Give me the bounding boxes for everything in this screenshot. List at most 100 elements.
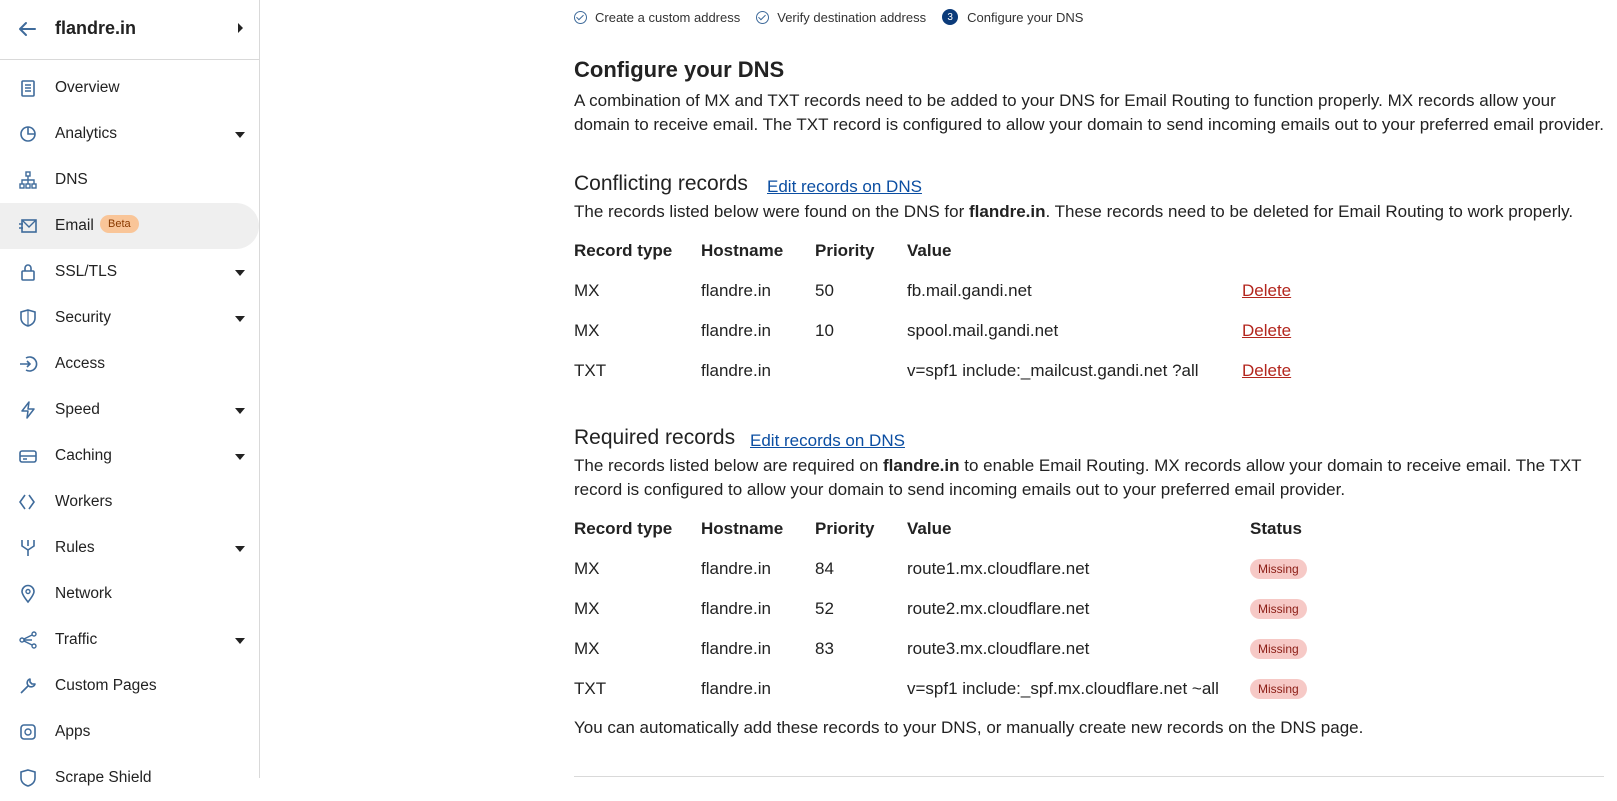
sidebar-item-scrape-shield[interactable]: Scrape Shield	[0, 755, 259, 801]
chevron-down-icon[interactable]	[235, 454, 245, 460]
divider	[574, 776, 1604, 777]
traffic-icon	[19, 631, 37, 649]
delete-link[interactable]: Delete	[1242, 281, 1291, 301]
sidebar-item-email[interactable]: Email Beta	[0, 203, 259, 249]
back-arrow-icon[interactable]	[16, 18, 38, 40]
sidebar-item-label: Caching	[55, 447, 112, 464]
desc-domain: flandre.in	[968, 202, 1046, 221]
sidebar-nav: Overview Analytics DNS Email Beta SSL/TL…	[0, 65, 259, 801]
sidebar-item-workers[interactable]: Workers	[0, 479, 259, 525]
chevron-down-icon[interactable]	[235, 408, 245, 414]
sidebar-header: flandre.in	[0, 0, 259, 60]
desc-text: The records listed below are required on	[574, 456, 883, 475]
page-title: Configure your DNS	[574, 57, 785, 82]
sidebar-item-network[interactable]: Network	[0, 571, 259, 617]
conflicting-records-title: Conflicting records	[574, 172, 748, 195]
chevron-down-icon[interactable]	[235, 546, 245, 552]
desc-domain: flandre.in	[883, 456, 960, 475]
record-value: v=spf1 include:_mailcust.gandi.net ?all	[907, 361, 1199, 380]
status-badge: Missing	[1250, 639, 1307, 659]
workers-icon	[19, 494, 35, 510]
sidebar-item-label: Custom Pages	[55, 677, 157, 694]
column-header: Record type	[574, 241, 673, 260]
chevron-down-icon[interactable]	[235, 132, 245, 138]
record-value: spool.mail.gandi.net	[907, 321, 1059, 340]
required-records-title: Required records	[574, 426, 736, 449]
rules-icon	[21, 540, 35, 556]
delete-link[interactable]: Delete	[1242, 321, 1291, 341]
sidebar-item-label: Overview	[55, 79, 120, 96]
record-value: route1.mx.cloudflare.net	[907, 559, 1090, 578]
check-circle-icon	[574, 10, 587, 24]
table-row: TXT flandre.in v=spf1 include:_spf.mx.cl…	[574, 679, 1374, 703]
sidebar-item-dns[interactable]: DNS	[0, 157, 259, 203]
sidebar-item-label: Traffic	[55, 631, 98, 648]
column-header: Priority	[815, 519, 875, 538]
table-row: MX flandre.in 83 route3.mx.cloudflare.ne…	[574, 639, 1374, 663]
chevron-down-icon[interactable]	[235, 270, 245, 276]
apps-icon	[20, 724, 36, 740]
record-type: MX	[574, 559, 600, 578]
hostname: flandre.in	[701, 639, 771, 658]
email-icon	[19, 219, 37, 233]
record-type: MX	[574, 599, 600, 618]
edit-records-on-dns-link[interactable]: Edit records on DNS	[767, 177, 922, 197]
hostname: flandre.in	[701, 599, 771, 618]
sidebar-item-apps[interactable]: Apps	[0, 709, 259, 755]
intro-text: A combination of MX and TXT records need…	[574, 91, 1604, 134]
hostname: flandre.in	[701, 281, 771, 300]
record-type: TXT	[574, 679, 607, 698]
location-pin-icon	[21, 584, 35, 604]
column-header: Priority	[815, 241, 875, 260]
sidebar-item-label: Apps	[55, 723, 91, 740]
record-value: fb.mail.gandi.net	[907, 281, 1032, 300]
access-icon	[20, 356, 38, 372]
step-configure-dns: 3 Configure your DNS	[942, 9, 1083, 25]
table-row: MX flandre.in 52 route2.mx.cloudflare.ne…	[574, 599, 1374, 623]
sidebar-item-access[interactable]: Access	[0, 341, 259, 387]
conflicting-records-description: The records listed below were found on t…	[574, 200, 1604, 224]
priority: 52	[815, 599, 834, 618]
table-row: MX flandre.in 50 fb.mail.gandi.net Delet…	[574, 281, 1374, 305]
edit-records-on-dns-link[interactable]: Edit records on DNS	[750, 431, 905, 451]
desc-text: . These records need to be deleted for E…	[1045, 202, 1574, 221]
sidebar-item-label: Workers	[55, 493, 113, 510]
step-number-badge: 3	[942, 9, 959, 25]
priority: 10	[815, 321, 834, 340]
step-progress: Create a custom address Verify destinati…	[574, 9, 1099, 25]
column-header: Value	[907, 519, 952, 538]
column-header: Hostname	[701, 519, 784, 538]
sidebar-item-caching[interactable]: Caching	[0, 433, 259, 479]
priority: 84	[815, 559, 834, 578]
chevron-down-icon[interactable]	[235, 638, 245, 644]
hostname: flandre.in	[701, 321, 771, 340]
record-type: MX	[574, 321, 600, 340]
status-badge: Missing	[1250, 599, 1307, 619]
sidebar-item-rules[interactable]: Rules	[0, 525, 259, 571]
bolt-icon	[21, 401, 35, 419]
wrench-icon	[20, 678, 36, 694]
chevron-right-icon[interactable]	[238, 23, 243, 33]
record-type: TXT	[574, 361, 607, 380]
sidebar-item-custom-pages[interactable]: Custom Pages	[0, 663, 259, 709]
column-header: Record type	[574, 519, 673, 538]
sidebar-item-overview[interactable]: Overview	[0, 65, 259, 111]
sidebar: flandre.in Overview Analytics DNS Email …	[0, 0, 260, 787]
sidebar-item-security[interactable]: Security	[0, 295, 259, 341]
record-value: route2.mx.cloudflare.net	[907, 599, 1090, 618]
sidebar-item-analytics[interactable]: Analytics	[0, 111, 259, 157]
delete-link[interactable]: Delete	[1242, 361, 1291, 381]
sidebar-item-traffic[interactable]: Traffic	[0, 617, 259, 663]
required-table-header: Record type Hostname Priority Value Stat…	[574, 519, 1374, 543]
chevron-down-icon[interactable]	[235, 316, 245, 322]
record-type: MX	[574, 281, 600, 300]
sidebar-item-speed[interactable]: Speed	[0, 387, 259, 433]
hostname: flandre.in	[701, 559, 771, 578]
table-row: TXT flandre.in v=spf1 include:_mailcust.…	[574, 361, 1374, 385]
shield-icon	[20, 309, 36, 327]
sidebar-item-label: SSL/TLS	[55, 263, 118, 280]
cache-icon	[19, 450, 37, 463]
lock-icon	[21, 264, 35, 281]
sidebar-item-ssl-tls[interactable]: SSL/TLS	[0, 249, 259, 295]
step-create-address: Create a custom address	[574, 9, 740, 25]
